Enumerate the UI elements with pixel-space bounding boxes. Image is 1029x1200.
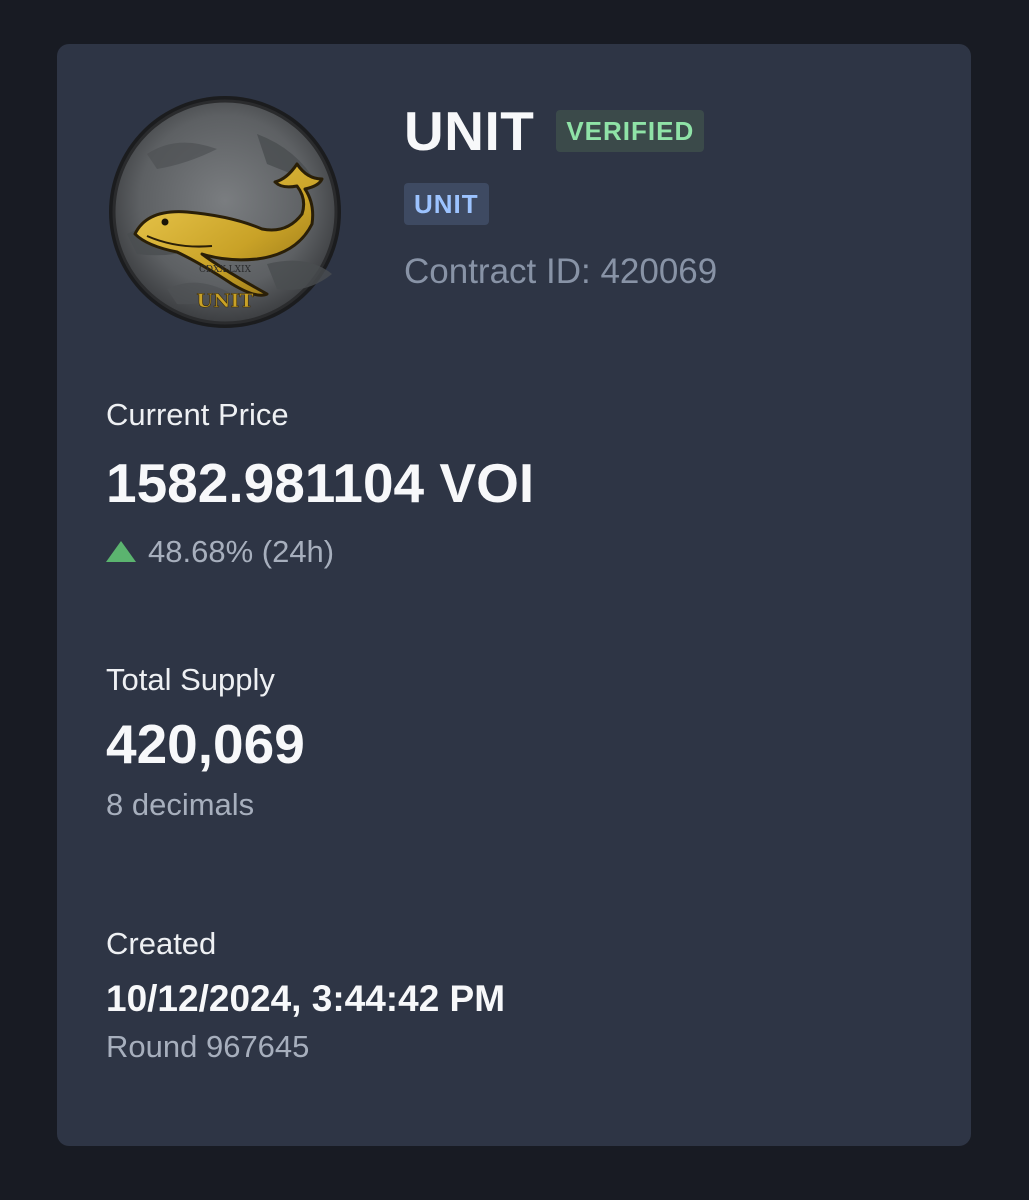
price-change: 48.68% (24h) <box>106 532 534 572</box>
supply-decimals: 8 decimals <box>106 787 255 822</box>
token-name: UNIT <box>404 100 535 162</box>
token-card: CDXX-LXIX UNIT UNIT VERIFIED UNIT Contra… <box>57 44 971 1146</box>
created-section: Created 10/12/2024, 3:44:42 PM Round 967… <box>106 925 505 1067</box>
whale-coin-logo-icon: CDXX-LXIX UNIT <box>107 94 343 330</box>
supply-value: 420,069 <box>106 713 305 775</box>
created-label: Created <box>106 926 217 961</box>
supply-section: Total Supply 420,069 8 decimals <box>106 661 305 825</box>
price-value: 1582.981104 VOI <box>106 452 535 514</box>
created-value: 10/12/2024, 3:44:42 PM <box>106 978 506 1019</box>
symbol-badge: UNIT <box>404 183 489 225</box>
contract-id: Contract ID: 420069 <box>404 252 718 291</box>
price-change-text: 48.68% (24h) <box>148 534 335 569</box>
supply-label: Total Supply <box>106 662 275 697</box>
up-triangle-icon <box>106 540 136 562</box>
logo-roman-text: CDXX-LXIX <box>199 265 252 275</box>
created-round: Round 967645 <box>106 1029 310 1064</box>
price-section: Current Price 1582.981104 VOI 48.68% (24… <box>106 396 534 572</box>
logo-name-text: UNIT <box>197 290 254 312</box>
title-row: UNIT VERIFIED <box>404 99 717 163</box>
token-header: UNIT VERIFIED UNIT Contract ID: 420069 <box>404 99 717 293</box>
verified-badge: VERIFIED <box>556 110 705 152</box>
price-label: Current Price <box>106 397 289 432</box>
